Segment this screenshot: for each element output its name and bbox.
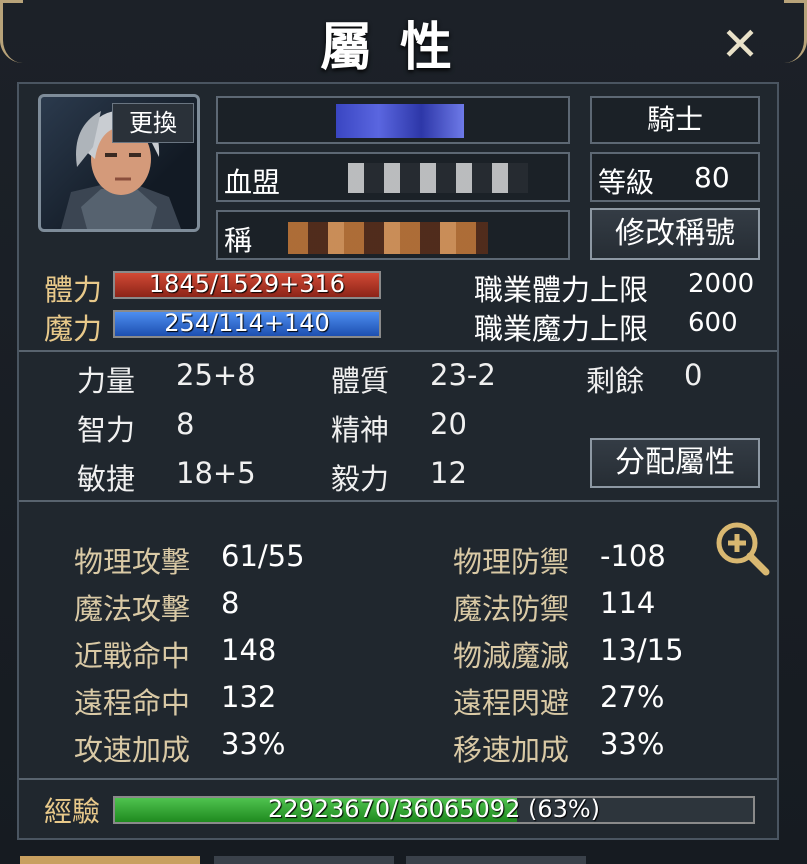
pdef-label: 物理防禦 [453,545,570,579]
bottom-tab-1[interactable] [20,856,200,864]
hp-bar: 1845/1529+316 [113,270,381,299]
pdef-value: -108 [600,539,666,573]
mp-label: 魔力 [44,312,103,346]
redacted-title [288,222,488,254]
ranged-evade-label: 遠程閃避 [453,686,570,720]
redacted-name [336,104,464,138]
move-speed-value: 33% [600,727,665,761]
change-avatar-button[interactable]: 更換 [112,103,194,143]
wis-value: 20 [430,407,467,441]
class-mp-cap-value: 600 [688,308,738,338]
level-value: 80 [694,161,730,194]
exp-text: 22923670/36065092 (63%) [267,795,601,823]
mdef-label: 魔法防禦 [453,592,570,626]
title-label: 稱 [224,224,253,257]
int-label: 智力 [77,413,136,447]
exp-bar: 22923670/36065092 (63%) [113,795,755,824]
divider [19,500,777,502]
mp-text: 254/114+140 [164,309,330,337]
divider [19,778,777,780]
zoom-in-icon[interactable] [712,518,772,578]
character-name-field [216,96,570,144]
exp-label: 經驗 [44,795,101,828]
window-title: 屬性 [319,17,480,78]
str-value: 25+8 [176,358,256,392]
divider [19,350,777,352]
remain-value: 0 [684,358,703,392]
bottom-tab-3[interactable] [406,856,586,864]
mdef-value: 114 [600,586,656,620]
dex-value: 18+5 [176,456,256,490]
str-label: 力量 [77,364,136,398]
ranged-evade-value: 27% [600,680,665,714]
frame-corner-left [0,0,23,63]
patk-label: 物理攻擊 [74,545,191,579]
reduce-value: 13/15 [600,633,684,667]
close-icon[interactable]: ✕ [718,21,762,67]
will-value: 12 [430,456,467,490]
melee-hit-value: 148 [221,633,277,667]
hp-text: 1845/1529+316 [148,270,346,298]
redacted-clan [348,163,528,193]
matk-label: 魔法攻擊 [74,592,191,626]
hp-label: 體力 [44,273,103,307]
move-speed-label: 移速加成 [453,733,570,767]
class-hp-cap-label: 職業體力上限 [474,273,649,307]
class-field: 騎士 [590,96,760,144]
wis-label: 精神 [331,413,390,447]
bottom-tab-2[interactable] [214,856,394,864]
melee-hit-label: 近戰命中 [74,639,191,673]
class-hp-cap-value: 2000 [688,269,755,299]
title-field: 稱 [216,210,570,260]
mp-bar: 254/114+140 [113,309,381,338]
ranged-hit-label: 遠程命中 [74,686,191,720]
con-value: 23-2 [430,358,496,392]
title-bar: 屬性 [300,4,500,80]
will-label: 毅力 [331,462,390,496]
clan-field: 血盟 [216,152,570,202]
reduce-label: 物減魔減 [453,639,570,673]
edit-title-button[interactable]: 修改稱號 [590,208,760,260]
int-value: 8 [176,407,195,441]
clan-label: 血盟 [224,166,281,199]
remain-label: 剩餘 [586,364,645,398]
level-field: 等級 80 [590,152,760,202]
atk-speed-value: 33% [221,727,286,761]
class-mp-cap-label: 職業魔力上限 [474,312,649,346]
dex-label: 敏捷 [77,462,136,496]
matk-value: 8 [221,586,240,620]
ranged-hit-value: 132 [221,680,277,714]
allocate-attributes-button[interactable]: 分配屬性 [590,438,760,488]
level-label: 等級 [598,166,655,199]
atk-speed-label: 攻速加成 [74,733,191,767]
patk-value: 61/55 [221,539,305,573]
con-label: 體質 [331,364,390,398]
